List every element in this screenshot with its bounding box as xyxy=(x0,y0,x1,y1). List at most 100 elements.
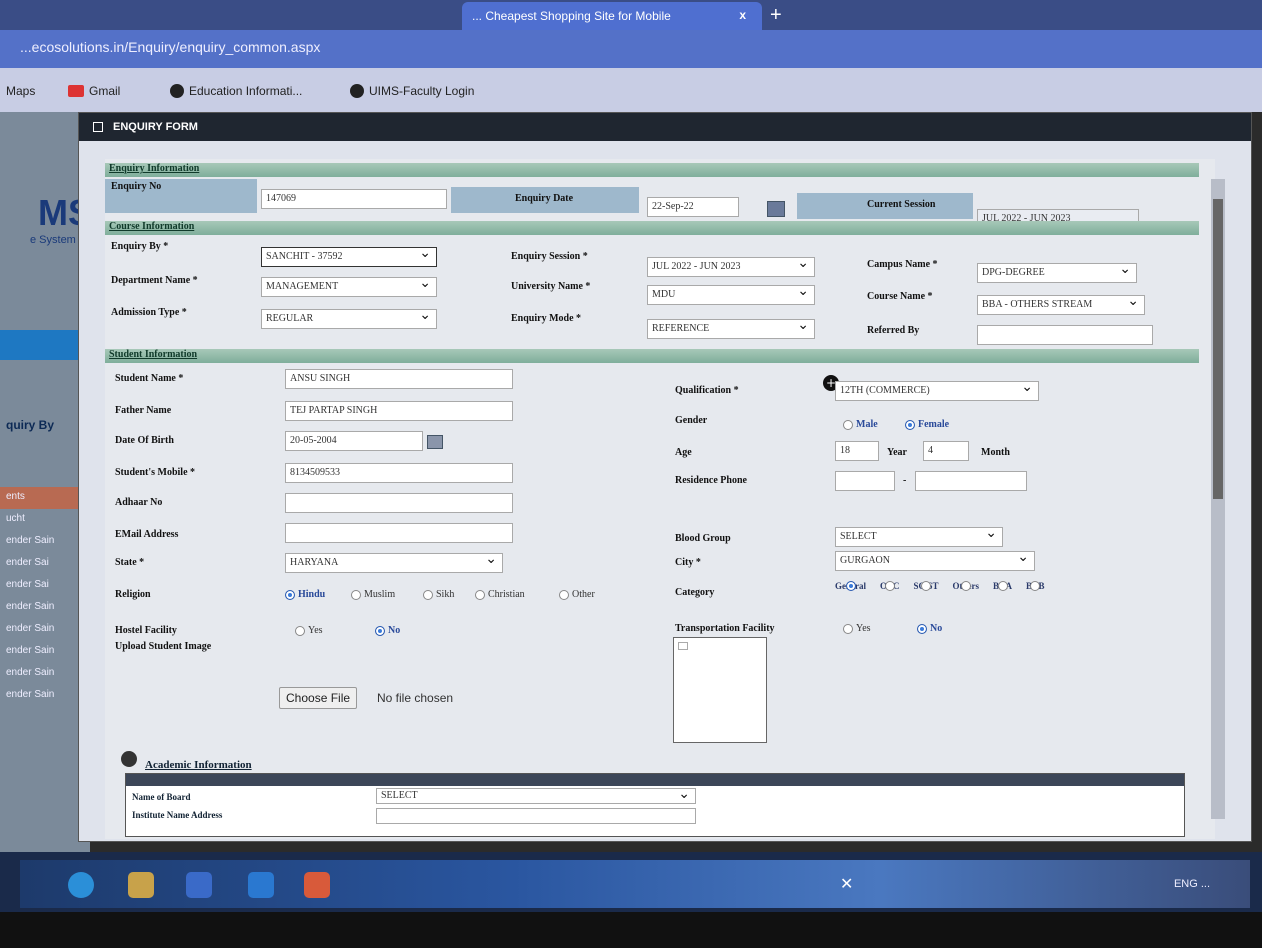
state-select[interactable]: HARYANA xyxy=(285,553,503,573)
system-tray[interactable]: ENG ... xyxy=(1174,878,1210,890)
mobile-field[interactable]: 8134509533 xyxy=(285,463,513,483)
enquiry-by-select[interactable]: SANCHIT - 37592 xyxy=(261,247,437,267)
radio-icon xyxy=(960,581,971,591)
enquiry-mode-select[interactable]: REFERENCE xyxy=(647,319,815,339)
store-icon[interactable] xyxy=(186,872,212,898)
campus-select[interactable]: DPG-DEGREE xyxy=(977,263,1137,283)
phone-number-field[interactable] xyxy=(915,471,1027,491)
section-course-info: Course Information xyxy=(105,221,1199,235)
list-item[interactable]: ender Sain xyxy=(0,685,90,707)
category-others-radio[interactable]: Others xyxy=(953,581,979,591)
bookmark-uims[interactable]: UIMS-Faculty Login xyxy=(350,84,474,98)
transport-yes-radio[interactable]: Yes xyxy=(843,623,871,634)
dob-field[interactable]: 20-05-2004 xyxy=(285,431,423,451)
enquiry-date-field[interactable]: 22-Sep-22 xyxy=(647,197,739,217)
radio-label: Hindu xyxy=(298,589,326,600)
browser-tab[interactable]: ... Cheapest Shopping Site for Mobile x xyxy=(462,2,762,30)
enquiry-no-field[interactable]: 147069 xyxy=(261,189,447,209)
category-obc-radio[interactable]: OBC xyxy=(880,581,900,591)
father-name-field[interactable]: TEJ PARTAP SINGH xyxy=(285,401,513,421)
institute-field[interactable] xyxy=(376,808,696,824)
calendar-icon[interactable] xyxy=(767,201,785,217)
modal-title: ENQUIRY FORM xyxy=(113,121,198,133)
url-field[interactable]: ...ecosolutions.in/Enquiry/enquiry_commo… xyxy=(20,39,320,55)
tab-close-icon[interactable]: x xyxy=(739,8,746,22)
list-item[interactable]: ender Sain xyxy=(0,641,90,663)
mail-icon[interactable] xyxy=(248,872,274,898)
bookmark-maps[interactable]: Maps xyxy=(6,84,35,98)
religion-christian-radio[interactable]: Christian xyxy=(475,589,525,600)
list-item[interactable]: ender Sai xyxy=(0,553,90,575)
expand-icon[interactable] xyxy=(121,751,137,767)
academic-info-title[interactable]: Academic Information xyxy=(145,759,252,771)
religion-muslim-radio[interactable]: Muslim xyxy=(351,589,395,600)
new-tab-button[interactable]: + xyxy=(770,4,782,27)
gender-male-radio[interactable]: Male xyxy=(843,419,878,430)
scrollbar-thumb[interactable] xyxy=(1213,199,1223,499)
category-general-radio[interactable]: General xyxy=(835,581,866,591)
enquiry-mode-label: Enquiry Mode * xyxy=(511,313,582,324)
enquiry-session-label: Enquiry Session * xyxy=(511,251,588,262)
enquiry-session-select[interactable]: JUL 2022 - JUN 2023 xyxy=(647,257,815,277)
transport-label: Transportation Facility xyxy=(675,623,775,634)
list-item[interactable]: ender Sain xyxy=(0,597,90,619)
age-years-field[interactable]: 18 xyxy=(835,441,879,461)
religion-hindu-radio[interactable]: Hindu xyxy=(285,589,325,600)
hostel-no-radio[interactable]: No xyxy=(375,625,400,636)
hostel-yes-radio[interactable]: Yes xyxy=(295,625,323,636)
calendar-icon[interactable] xyxy=(427,435,443,449)
list-item[interactable]: ender Sain xyxy=(0,663,90,685)
radio-icon xyxy=(295,625,305,636)
list-item[interactable]: ender Sain xyxy=(0,531,90,553)
portal-list: ents ucht ender Sain ender Sai ender Sai… xyxy=(0,487,90,707)
department-select[interactable]: MANAGEMENT xyxy=(261,277,437,297)
institute-label: Institute Name Address xyxy=(132,810,223,820)
table-header xyxy=(126,774,1184,786)
phone-code-field[interactable] xyxy=(835,471,895,491)
category-bca-radio[interactable]: BCA xyxy=(993,581,1012,591)
referred-by-field[interactable] xyxy=(977,325,1153,345)
email-field[interactable] xyxy=(285,523,513,543)
admission-type-label: Admission Type * xyxy=(111,307,187,318)
file-explorer-icon[interactable] xyxy=(128,872,154,898)
category-bcb-radio[interactable]: BCB xyxy=(1026,581,1045,591)
no-file-text: No file chosen xyxy=(377,691,454,705)
student-name-field[interactable]: ANSU SINGH xyxy=(285,369,513,389)
bookmark-label: Gmail xyxy=(89,84,121,98)
bookmark-education[interactable]: Education Informati... xyxy=(170,84,302,98)
qualification-select[interactable]: 12TH (COMMERCE) xyxy=(835,381,1039,401)
university-select[interactable]: MDU xyxy=(647,285,815,305)
choose-file-button[interactable]: Choose File xyxy=(279,687,358,709)
city-select[interactable]: GURGAON xyxy=(835,551,1035,571)
bookmark-label: Maps xyxy=(6,84,36,98)
list-item[interactable]: ents xyxy=(0,487,90,509)
religion-sikh-radio[interactable]: Sikh xyxy=(423,589,454,600)
admission-type-select[interactable]: REGULAR xyxy=(261,309,437,329)
bookmark-gmail[interactable]: Gmail xyxy=(68,84,120,98)
radio-icon xyxy=(921,581,932,591)
chrome-icon[interactable] xyxy=(304,872,330,898)
list-item[interactable]: ender Sai xyxy=(0,575,90,597)
category-radio-group: General OBC SC/ST Others BCA BCB xyxy=(835,581,1045,591)
radio-label: Other xyxy=(572,589,595,600)
course-select[interactable]: BBA - OTHERS STREAM xyxy=(977,295,1145,315)
monitor-bezel xyxy=(0,912,1262,948)
hostel-label: Hostel Facility xyxy=(115,625,177,636)
city-label: City * xyxy=(675,557,701,568)
globe-icon xyxy=(170,84,184,98)
age-months-field[interactable]: 4 xyxy=(923,441,969,461)
board-select[interactable]: SELECT xyxy=(376,788,696,804)
enquiry-form: Enquiry Information Enquiry No 147069 En… xyxy=(105,159,1225,839)
transport-no-radio[interactable]: No xyxy=(917,623,942,634)
list-item[interactable]: ucht xyxy=(0,509,90,531)
religion-other-radio[interactable]: Other xyxy=(559,589,595,600)
phone-dash: - xyxy=(903,475,907,486)
enquiry-modal: ENQUIRY FORM Enquiry Information Enquiry… xyxy=(78,112,1252,842)
adhaar-field[interactable] xyxy=(285,493,513,513)
list-item[interactable]: ender Sain xyxy=(0,619,90,641)
edge-icon[interactable] xyxy=(68,872,94,898)
blood-group-select[interactable]: SELECT xyxy=(835,527,1003,547)
category-label: Category xyxy=(675,587,715,598)
category-scst-radio[interactable]: SC/ST xyxy=(914,581,939,591)
gender-female-radio[interactable]: Female xyxy=(905,419,949,430)
